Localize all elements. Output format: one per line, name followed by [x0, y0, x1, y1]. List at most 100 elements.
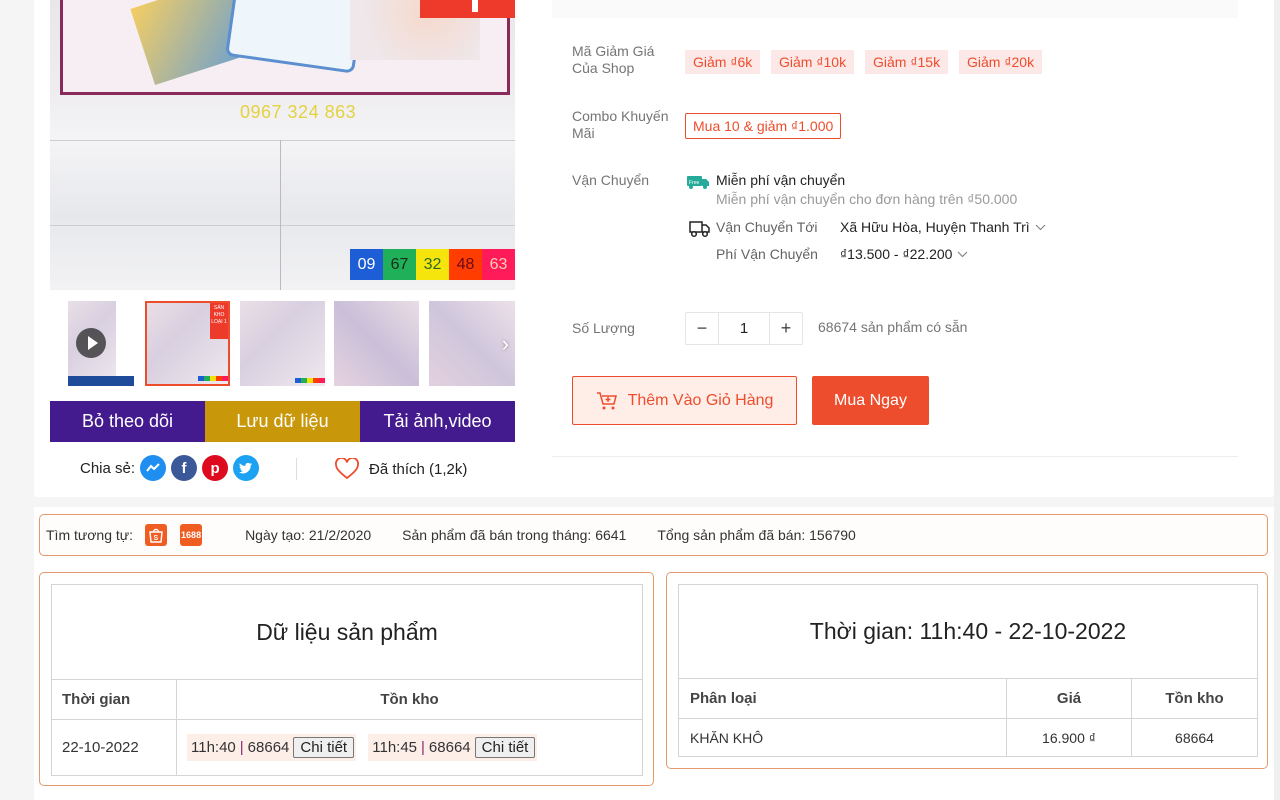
- thumbnail-strip: SẢN KHO LOẠI 1 ›: [50, 301, 515, 386]
- quantity-input[interactable]: 1: [718, 313, 770, 344]
- voucher-label: Mã Giảm Giá Của Shop: [572, 43, 655, 76]
- decrease-quantity-button[interactable]: −: [686, 313, 718, 344]
- image-watermark-phone: 0967 324 863: [240, 102, 357, 122]
- snapshot-time: 11h:40: [191, 739, 236, 756]
- voucher-chip[interactable]: Giảm ₫20k: [959, 50, 1043, 74]
- free-shipping-desc: Miễn phí vận chuyển cho đơn hàng trên ₫5…: [716, 191, 1018, 207]
- chevron-down-icon: [958, 251, 968, 257]
- thumbnail-tag: SẢN KHO LOẠI 1: [210, 303, 228, 339]
- ship-fee-label: Phí Vận Chuyển: [716, 246, 818, 262]
- variant-price: 16.900 ₫: [1006, 718, 1132, 757]
- thumbnail[interactable]: [334, 301, 419, 386]
- free-shipping-title: Miễn phí vận chuyển: [716, 172, 846, 188]
- svg-text:S: S: [154, 535, 159, 542]
- thumbnail[interactable]: [240, 301, 325, 386]
- phone-strip-segment: 63: [482, 249, 515, 280]
- column-header-price: Giá: [1006, 678, 1132, 719]
- heart-icon: [335, 458, 359, 480]
- image-red-tag: [420, 0, 515, 18]
- thumbnail-phone-strip: [295, 378, 325, 383]
- variant-data-table: Thời gian: 11h:40 - 22-10-2022 Phân loại…: [678, 584, 1258, 757]
- facebook-icon[interactable]: f: [171, 455, 198, 481]
- ship-fee-value: ₫13.500 - ₫22.200: [840, 246, 953, 262]
- pinterest-icon[interactable]: p: [202, 455, 229, 481]
- save-data-button[interactable]: Lưu dữ liệu: [205, 401, 360, 442]
- stock-snapshot: 11h:40 | 68664 Chi tiết: [187, 734, 357, 761]
- unfollow-button[interactable]: Bỏ theo dõi: [50, 401, 205, 442]
- product-data-table: Dữ liệu sản phẩm Thời gian Tồn kho 22-10…: [51, 584, 643, 776]
- shopee-search-icon[interactable]: S: [145, 524, 168, 546]
- variant-data-title: Thời gian: 11h:40 - 22-10-2022: [678, 584, 1258, 679]
- created-date: Ngày tạo: 21/2/2020: [245, 527, 372, 543]
- play-icon[interactable]: [76, 328, 106, 358]
- share-row: Chia sẻ: f p: [80, 455, 260, 481]
- find-similar-label: Tìm tương tự:: [46, 527, 134, 543]
- thumbnail-selected[interactable]: SẢN KHO LOẠI 1: [145, 301, 230, 386]
- like-button[interactable]: Đã thích (1,2k): [334, 458, 467, 480]
- thumbnail[interactable]: ›: [429, 301, 515, 386]
- divider: [552, 456, 1238, 457]
- image-line: [280, 140, 281, 290]
- video-badge: [68, 376, 134, 386]
- increase-quantity-button[interactable]: +: [770, 313, 802, 344]
- column-header-time: Thời gian: [51, 679, 177, 720]
- messenger-icon[interactable]: [140, 455, 167, 481]
- snapshot-time: 11h:45: [372, 739, 418, 756]
- price-section-bottom: [552, 0, 1238, 18]
- table-row: 22-10-2022 11h:40 | 68664 Chi tiết 11h:4…: [51, 719, 643, 776]
- page-scrollbar[interactable]: [1274, 0, 1280, 800]
- stock-available: 68674 sản phẩm có sẵn: [818, 319, 968, 335]
- main-product-image[interactable]: 0967 324 863 09 67 32 48 63: [50, 0, 515, 290]
- image-line: [50, 225, 515, 226]
- combo-promo[interactable]: Mua 10 & giảm ₫1.000: [685, 113, 842, 139]
- phone-strip-segment: 67: [383, 249, 416, 280]
- ship-to-label: Vận Chuyển Tới: [716, 219, 818, 235]
- stock-snapshot: 11h:45 | 68664 Chi tiết: [368, 734, 538, 761]
- ship-fee-selector[interactable]: ₫13.500 - ₫22.200: [840, 246, 968, 262]
- extension-action-bar: Bỏ theo dõi Lưu dữ liệu Tải ảnh,video: [50, 401, 515, 442]
- liked-count: Đã thích (1,2k): [369, 460, 468, 478]
- column-header-variant: Phân loại: [678, 678, 1007, 719]
- variant-name: KHĂN KHÔ: [678, 718, 1007, 757]
- phone-strip-segment: 48: [449, 249, 482, 280]
- column-header-stock: Tồn kho: [1131, 678, 1258, 719]
- twitter-icon[interactable]: [233, 455, 260, 481]
- variant-data-panel: Thời gian: 11h:40 - 22-10-2022 Phân loại…: [666, 572, 1268, 769]
- voucher-chip[interactable]: Giảm ₫10k: [771, 50, 855, 74]
- phone-strip-segment: 32: [416, 249, 449, 280]
- total-sold: Tổng sản phẩm đã bán: 156790: [657, 527, 856, 543]
- download-media-button[interactable]: Tải ảnh,video: [360, 401, 515, 442]
- row-date: 22-10-2022: [51, 719, 177, 776]
- image-line: [50, 140, 515, 141]
- detail-button[interactable]: Chi tiết: [474, 737, 536, 758]
- phone-strip: 09 67 32 48 63: [350, 249, 515, 280]
- product-data-panel: Dữ liệu sản phẩm Thời gian Tồn kho 22-10…: [39, 572, 654, 786]
- chevron-right-icon[interactable]: ›: [502, 331, 509, 357]
- shipping-label: Vận Chuyển: [572, 172, 650, 188]
- detail-button[interactable]: Chi tiết: [293, 737, 355, 758]
- ship-to-value: Xã Hữu Hòa, Huyện Thanh Trì: [840, 219, 1030, 235]
- chevron-down-icon: [1035, 224, 1046, 230]
- thumbnail-phone-strip: [198, 376, 228, 381]
- buy-now-button[interactable]: Mua Ngay: [812, 376, 929, 425]
- add-to-cart-button[interactable]: Thêm Vào Giỏ Hàng: [572, 376, 797, 425]
- add-to-cart-label: Thêm Vào Giỏ Hàng: [627, 391, 774, 409]
- product-stats-bar: Tìm tương tự: S 1688 Ngày tạo: 21/2/2020…: [39, 514, 1268, 556]
- ship-to-selector[interactable]: Xã Hữu Hòa, Huyện Thanh Trì: [840, 219, 1046, 235]
- snapshot-stock: 68664: [247, 739, 290, 756]
- quantity-stepper: − 1 +: [685, 312, 803, 345]
- share-label: Chia sẻ:: [80, 459, 136, 477]
- thumbnail-video[interactable]: [68, 301, 134, 386]
- column-header-stock: Tồn kho: [176, 679, 643, 720]
- voucher-chip[interactable]: Giảm ₫15k: [865, 50, 949, 74]
- product-card: 0967 324 863 09 67 32 48 63 SẢN KHO LOẠI…: [34, 0, 1274, 497]
- free-shipping-icon: Free: [687, 176, 709, 189]
- svg-text:Free: Free: [689, 180, 700, 186]
- combo-label: Combo Khuyến Mãi: [572, 108, 669, 141]
- variant-stock: 68664: [1131, 718, 1258, 757]
- 1688-search-icon[interactable]: 1688: [180, 524, 203, 546]
- quantity-label: Số Lượng: [572, 320, 635, 336]
- voucher-chip[interactable]: Giảm ₫6k: [685, 50, 761, 74]
- table-row: KHĂN KHÔ 16.900 ₫ 68664: [678, 718, 1258, 757]
- cart-icon: [596, 391, 617, 409]
